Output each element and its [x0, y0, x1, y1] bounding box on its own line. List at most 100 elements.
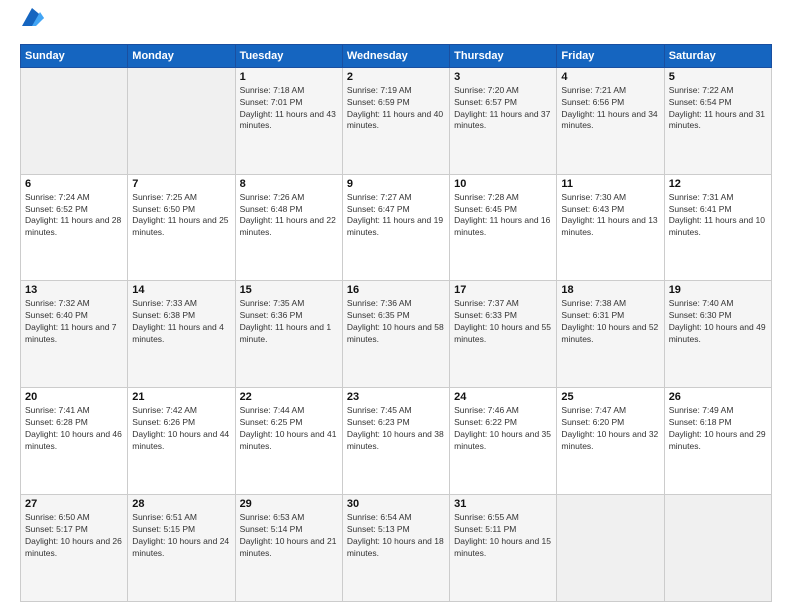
day-info: Sunrise: 7:49 AMSunset: 6:18 PMDaylight:…	[669, 405, 767, 453]
calendar-table: SundayMondayTuesdayWednesdayThursdayFrid…	[20, 44, 772, 602]
day-info: Sunrise: 7:40 AMSunset: 6:30 PMDaylight:…	[669, 298, 767, 346]
day-info: Sunrise: 6:55 AMSunset: 5:11 PMDaylight:…	[454, 512, 552, 560]
day-info: Sunrise: 7:33 AMSunset: 6:38 PMDaylight:…	[132, 298, 230, 346]
day-info: Sunrise: 6:51 AMSunset: 5:15 PMDaylight:…	[132, 512, 230, 560]
day-number: 26	[669, 391, 767, 403]
day-info: Sunrise: 7:31 AMSunset: 6:41 PMDaylight:…	[669, 192, 767, 240]
calendar-cell: 30 Sunrise: 6:54 AMSunset: 5:13 PMDayligh…	[342, 495, 449, 602]
calendar-cell: 13 Sunrise: 7:32 AMSunset: 6:40 PMDayligh…	[21, 281, 128, 388]
day-number: 17	[454, 284, 552, 296]
calendar-cell: 7Sunrise: 7:25 AMSunset: 6:50 PMDaylight…	[128, 174, 235, 281]
day-info: Sunrise: 7:42 AMSunset: 6:26 PMDaylight:…	[132, 405, 230, 453]
day-number: 6	[25, 178, 123, 190]
logo	[20, 16, 44, 36]
calendar-cell: 23 Sunrise: 7:45 AMSunset: 6:23 PMDayligh…	[342, 388, 449, 495]
day-info: Sunrise: 7:35 AMSunset: 6:36 PMDaylight:…	[240, 298, 338, 346]
calendar-cell: 31 Sunrise: 6:55 AMSunset: 5:11 PMDayligh…	[450, 495, 557, 602]
day-number: 3	[454, 71, 552, 83]
day-number: 22	[240, 391, 338, 403]
calendar-cell: 20 Sunrise: 7:41 AMSunset: 6:28 PMDayligh…	[21, 388, 128, 495]
calendar-cell: 5 Sunrise: 7:22 AMSunset: 6:54 PMDaylight…	[664, 67, 771, 174]
calendar-cell: 16 Sunrise: 7:36 AMSunset: 6:35 PMDayligh…	[342, 281, 449, 388]
day-number: 30	[347, 498, 445, 510]
calendar-cell	[557, 495, 664, 602]
day-of-week-header: Wednesday	[342, 44, 449, 67]
day-info: Sunrise: 7:44 AMSunset: 6:25 PMDaylight:…	[240, 405, 338, 453]
day-info: Sunrise: 7:22 AMSunset: 6:54 PMDaylight:…	[669, 85, 767, 133]
day-number: 20	[25, 391, 123, 403]
day-number: 29	[240, 498, 338, 510]
day-info: Sunrise: 7:46 AMSunset: 6:22 PMDaylight:…	[454, 405, 552, 453]
day-number: 31	[454, 498, 552, 510]
calendar-cell: 2 Sunrise: 7:19 AMSunset: 6:59 PMDaylight…	[342, 67, 449, 174]
day-info: Sunrise: 7:20 AMSunset: 6:57 PMDaylight:…	[454, 85, 552, 133]
calendar-cell: 1 Sunrise: 7:18 AMSunset: 7:01 PMDaylight…	[235, 67, 342, 174]
calendar-cell: 15 Sunrise: 7:35 AMSunset: 6:36 PMDayligh…	[235, 281, 342, 388]
day-number: 12	[669, 178, 767, 190]
day-info: Sunrise: 7:36 AMSunset: 6:35 PMDaylight:…	[347, 298, 445, 346]
day-number: 1	[240, 71, 338, 83]
day-info: Sunrise: 7:19 AMSunset: 6:59 PMDaylight:…	[347, 85, 445, 133]
day-of-week-header: Monday	[128, 44, 235, 67]
calendar-cell: 28 Sunrise: 6:51 AMSunset: 5:15 PMDayligh…	[128, 495, 235, 602]
header	[20, 16, 772, 36]
calendar-cell: 27Sunrise: 6:50 AMSunset: 5:17 PMDayligh…	[21, 495, 128, 602]
day-number: 8	[240, 178, 338, 190]
calendar-cell: 4Sunrise: 7:21 AMSunset: 6:56 PMDaylight…	[557, 67, 664, 174]
day-info: Sunrise: 7:24 AMSunset: 6:52 PMDaylight:…	[25, 192, 123, 240]
day-info: Sunrise: 7:28 AMSunset: 6:45 PMDaylight:…	[454, 192, 552, 240]
day-info: Sunrise: 6:53 AMSunset: 5:14 PMDaylight:…	[240, 512, 338, 560]
calendar-cell: 25Sunrise: 7:47 AMSunset: 6:20 PMDayligh…	[557, 388, 664, 495]
day-number: 21	[132, 391, 230, 403]
calendar-cell	[664, 495, 771, 602]
calendar-cell: 12 Sunrise: 7:31 AMSunset: 6:41 PMDayligh…	[664, 174, 771, 281]
calendar-cell: 21 Sunrise: 7:42 AMSunset: 6:26 PMDayligh…	[128, 388, 235, 495]
calendar-cell: 10 Sunrise: 7:28 AMSunset: 6:45 PMDayligh…	[450, 174, 557, 281]
calendar-week-row: 1 Sunrise: 7:18 AMSunset: 7:01 PMDaylight…	[21, 67, 772, 174]
day-info: Sunrise: 7:26 AMSunset: 6:48 PMDaylight:…	[240, 192, 338, 240]
page: SundayMondayTuesdayWednesdayThursdayFrid…	[0, 0, 792, 612]
day-number: 15	[240, 284, 338, 296]
day-number: 24	[454, 391, 552, 403]
day-info: Sunrise: 7:37 AMSunset: 6:33 PMDaylight:…	[454, 298, 552, 346]
day-number: 13	[25, 284, 123, 296]
day-number: 14	[132, 284, 230, 296]
day-of-week-header: Saturday	[664, 44, 771, 67]
day-number: 28	[132, 498, 230, 510]
calendar-cell: 29 Sunrise: 6:53 AMSunset: 5:14 PMDayligh…	[235, 495, 342, 602]
calendar-cell: 26 Sunrise: 7:49 AMSunset: 6:18 PMDayligh…	[664, 388, 771, 495]
day-of-week-header: Tuesday	[235, 44, 342, 67]
day-of-week-header: Thursday	[450, 44, 557, 67]
day-number: 2	[347, 71, 445, 83]
day-number: 10	[454, 178, 552, 190]
calendar-week-row: 6 Sunrise: 7:24 AMSunset: 6:52 PMDaylight…	[21, 174, 772, 281]
day-number: 25	[561, 391, 659, 403]
day-info: Sunrise: 7:30 AMSunset: 6:43 PMDaylight:…	[561, 192, 659, 240]
day-number: 23	[347, 391, 445, 403]
calendar-cell: 6 Sunrise: 7:24 AMSunset: 6:52 PMDaylight…	[21, 174, 128, 281]
day-number: 18	[561, 284, 659, 296]
day-number: 9	[347, 178, 445, 190]
day-number: 5	[669, 71, 767, 83]
day-info: Sunrise: 7:18 AMSunset: 7:01 PMDaylight:…	[240, 85, 338, 133]
calendar-cell: 17 Sunrise: 7:37 AMSunset: 6:33 PMDayligh…	[450, 281, 557, 388]
logo-icon	[22, 8, 44, 26]
day-info: Sunrise: 7:21 AMSunset: 6:56 PMDaylight:…	[561, 85, 659, 133]
calendar-header-row: SundayMondayTuesdayWednesdayThursdayFrid…	[21, 44, 772, 67]
day-info: Sunrise: 7:38 AMSunset: 6:31 PMDaylight:…	[561, 298, 659, 346]
calendar-cell: 9Sunrise: 7:27 AMSunset: 6:47 PMDaylight…	[342, 174, 449, 281]
day-number: 16	[347, 284, 445, 296]
day-number: 19	[669, 284, 767, 296]
day-info: Sunrise: 7:41 AMSunset: 6:28 PMDaylight:…	[25, 405, 123, 453]
calendar-week-row: 27Sunrise: 6:50 AMSunset: 5:17 PMDayligh…	[21, 495, 772, 602]
calendar-cell: 8 Sunrise: 7:26 AMSunset: 6:48 PMDaylight…	[235, 174, 342, 281]
calendar-cell: 22 Sunrise: 7:44 AMSunset: 6:25 PMDayligh…	[235, 388, 342, 495]
day-info: Sunrise: 7:45 AMSunset: 6:23 PMDaylight:…	[347, 405, 445, 453]
calendar-cell: 3 Sunrise: 7:20 AMSunset: 6:57 PMDaylight…	[450, 67, 557, 174]
calendar-cell: 19 Sunrise: 7:40 AMSunset: 6:30 PMDayligh…	[664, 281, 771, 388]
day-number: 27	[25, 498, 123, 510]
day-number: 7	[132, 178, 230, 190]
calendar-cell: 18 Sunrise: 7:38 AMSunset: 6:31 PMDayligh…	[557, 281, 664, 388]
day-info: Sunrise: 7:32 AMSunset: 6:40 PMDaylight:…	[25, 298, 123, 346]
day-info: Sunrise: 6:54 AMSunset: 5:13 PMDaylight:…	[347, 512, 445, 560]
